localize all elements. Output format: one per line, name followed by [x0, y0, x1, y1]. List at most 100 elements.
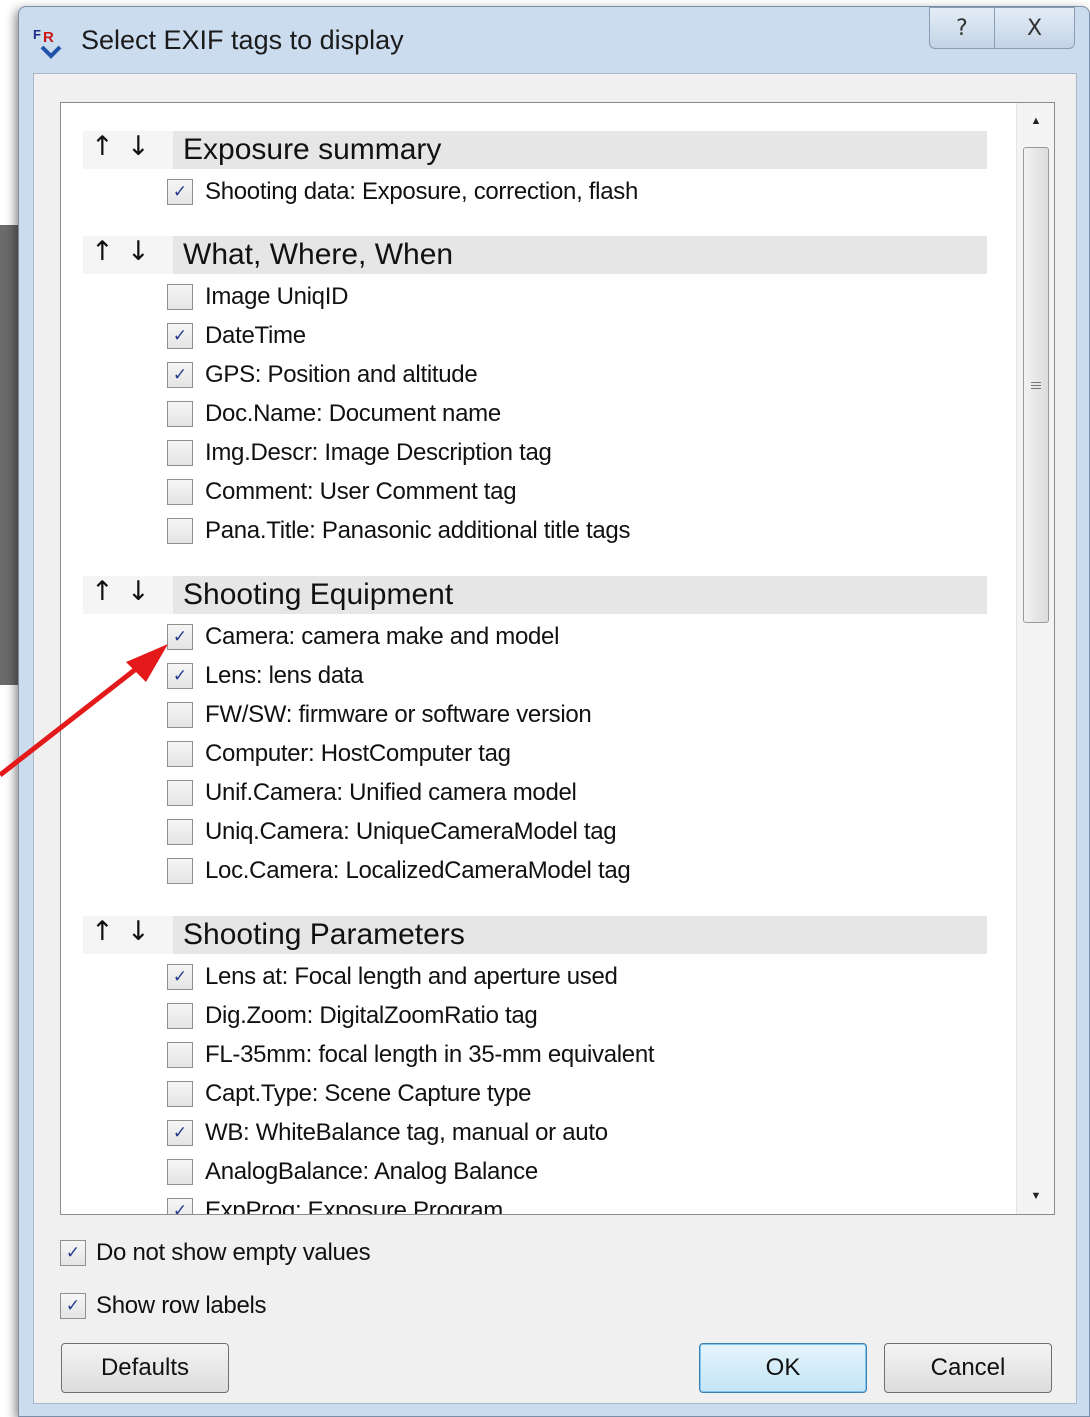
- defaults-button[interactable]: Defaults: [61, 1343, 229, 1393]
- scrollbar-thumb[interactable]: [1023, 147, 1049, 623]
- row-labels-checkbox[interactable]: ✓: [60, 1293, 86, 1319]
- tag-checkbox[interactable]: [167, 440, 193, 466]
- move-down-icon[interactable]: ↓: [127, 916, 150, 947]
- section-header: ↑ ↓ Exposure summary: [83, 131, 987, 169]
- hide-empty-option[interactable]: ✓ Do not show empty values: [60, 1239, 371, 1267]
- tag-label: Image UniqID: [205, 283, 349, 310]
- tag-item[interactable]: ✓ ExpProg: Exposure Program: [167, 1196, 503, 1215]
- move-down-icon[interactable]: ↓: [127, 131, 150, 162]
- window-title: Select EXIF tags to display: [81, 25, 404, 55]
- tag-item[interactable]: FW/SW: firmware or software version: [167, 700, 592, 730]
- tag-list[interactable]: ↑ ↓ Exposure summary ✓ Shooting data: Exposu…: [60, 102, 1055, 1215]
- tag-item[interactable]: ✓ DateTime: [167, 321, 306, 351]
- tag-checkbox[interactable]: [167, 518, 193, 544]
- tag-item[interactable]: ✓ Camera: camera make and model: [167, 622, 559, 652]
- section-header: ↑ ↓ What, Where, When: [83, 236, 987, 274]
- help-button[interactable]: ?: [929, 7, 995, 49]
- tag-label: FL-35mm: focal length in 35-mm equivalen…: [205, 1041, 655, 1068]
- tag-item[interactable]: Img.Descr: Image Description tag: [167, 438, 552, 468]
- move-up-icon[interactable]: ↑: [91, 916, 114, 947]
- reorder-arrows: ↑ ↓: [83, 131, 173, 169]
- tag-label: Img.Descr: Image Description tag: [205, 439, 552, 466]
- move-up-icon[interactable]: ↑: [91, 236, 114, 267]
- dialog-body: ↑ ↓ Exposure summary ✓ Shooting data: Exposu…: [33, 73, 1077, 1404]
- section: ↑ ↓ Shooting Equipment ✓ Camera: camera make…: [83, 576, 987, 884]
- tag-label: Doc.Name: Document name: [205, 400, 501, 427]
- tag-item[interactable]: ✓ Shooting data: Exposure, correction, fl…: [167, 177, 638, 207]
- tag-checkbox[interactable]: [167, 284, 193, 310]
- tag-item[interactable]: Comment: User Comment tag: [167, 477, 517, 507]
- move-up-icon[interactable]: ↑: [91, 576, 114, 607]
- tag-label: FW/SW: firmware or software version: [205, 701, 592, 728]
- tag-item[interactable]: Loc.Camera: LocalizedCameraModel tag: [167, 856, 631, 886]
- tag-item[interactable]: Dig.Zoom: DigitalZoomRatio tag: [167, 1001, 538, 1031]
- close-button[interactable]: X: [995, 7, 1075, 49]
- hide-empty-label: Do not show empty values: [96, 1239, 371, 1266]
- tag-item[interactable]: AnalogBalance: Analog Balance: [167, 1157, 538, 1187]
- tag-label: Computer: HostComputer tag: [205, 740, 511, 767]
- scroll-down-arrow[interactable]: ▼: [1017, 1178, 1054, 1214]
- tag-item[interactable]: Capt.Type: Scene Capture type: [167, 1079, 531, 1109]
- ok-button[interactable]: OK: [699, 1343, 867, 1393]
- tag-label: Lens: lens data: [205, 662, 364, 689]
- section-title: What, Where, When: [173, 236, 987, 274]
- section-header: ↑ ↓ Shooting Equipment: [83, 576, 987, 614]
- section: ↑ ↓ Shooting Parameters ✓ Lens at: Focal len…: [83, 916, 987, 1214]
- title-bar[interactable]: FR Select EXIF tags to display ? X: [19, 7, 1089, 73]
- move-up-icon[interactable]: ↑: [91, 131, 114, 162]
- caption-buttons: ? X: [929, 7, 1075, 49]
- tag-checkbox[interactable]: [167, 1159, 193, 1185]
- tag-item[interactable]: Doc.Name: Document name: [167, 399, 501, 429]
- tag-label: DateTime: [205, 322, 306, 349]
- tag-checkbox[interactable]: ✓: [167, 964, 193, 990]
- tag-label: Shooting data: Exposure, correction, fla…: [205, 178, 638, 205]
- app-icon: FR: [33, 27, 69, 63]
- tag-checkbox[interactable]: ✓: [167, 323, 193, 349]
- tag-checkbox[interactable]: [167, 819, 193, 845]
- tag-item[interactable]: Image UniqID: [167, 282, 348, 312]
- section-title: Shooting Equipment: [173, 576, 987, 614]
- hide-empty-checkbox[interactable]: ✓: [60, 1240, 86, 1266]
- tag-item[interactable]: ✓ Lens: lens data: [167, 661, 364, 691]
- tag-item[interactable]: ✓ WB: WhiteBalance tag, manual or auto: [167, 1118, 608, 1148]
- tag-label: Loc.Camera: LocalizedCameraModel tag: [205, 857, 631, 884]
- section-title: Shooting Parameters: [173, 916, 987, 954]
- tag-checkbox[interactable]: [167, 401, 193, 427]
- section-header: ↑ ↓ Shooting Parameters: [83, 916, 987, 954]
- move-down-icon[interactable]: ↓: [127, 236, 150, 267]
- tag-checkbox[interactable]: ✓: [167, 1120, 193, 1146]
- scroll-up-arrow[interactable]: ▲: [1017, 103, 1054, 139]
- tag-checkbox[interactable]: [167, 1042, 193, 1068]
- tag-item[interactable]: Unif.Camera: Unified camera model: [167, 778, 577, 808]
- tag-checkbox[interactable]: [167, 858, 193, 884]
- row-labels-option[interactable]: ✓ Show row labels: [60, 1292, 267, 1320]
- move-down-icon[interactable]: ↓: [127, 576, 150, 607]
- tag-item[interactable]: ✓ GPS: Position and altitude: [167, 360, 478, 390]
- tag-checkbox[interactable]: [167, 479, 193, 505]
- tag-item[interactable]: Pana.Title: Panasonic additional title t…: [167, 516, 630, 546]
- tag-label: Comment: User Comment tag: [205, 478, 517, 505]
- tag-label: ExpProg: Exposure Program: [205, 1197, 503, 1215]
- vertical-scrollbar[interactable]: ▲ ▼: [1016, 103, 1054, 1214]
- tag-item[interactable]: Uniq.Camera: UniqueCameraModel tag: [167, 817, 617, 847]
- reorder-arrows: ↑ ↓: [83, 576, 173, 614]
- row-labels-label: Show row labels: [96, 1292, 267, 1319]
- cancel-button[interactable]: Cancel: [884, 1343, 1052, 1393]
- tag-checkbox[interactable]: [167, 780, 193, 806]
- tag-item[interactable]: Computer: HostComputer tag: [167, 739, 511, 769]
- tag-item[interactable]: FL-35mm: focal length in 35-mm equivalen…: [167, 1040, 655, 1070]
- tag-checkbox[interactable]: [167, 1003, 193, 1029]
- section: ↑ ↓ Exposure summary ✓ Shooting data: Exposu…: [83, 131, 987, 205]
- tag-item[interactable]: ✓ Lens at: Focal length and aperture used: [167, 962, 618, 992]
- tag-checkbox[interactable]: [167, 1081, 193, 1107]
- tag-label: Uniq.Camera: UniqueCameraModel tag: [205, 818, 617, 845]
- tag-label: WB: WhiteBalance tag, manual or auto: [205, 1119, 608, 1146]
- section: ↑ ↓ What, Where, When Image UniqID ✓ DateTime…: [83, 236, 987, 544]
- tag-checkbox[interactable]: ✓: [167, 1198, 193, 1214]
- red-callout-arrow: [0, 644, 168, 777]
- section-title: Exposure summary: [173, 131, 987, 169]
- tag-label: Unif.Camera: Unified camera model: [205, 779, 577, 806]
- tag-checkbox[interactable]: ✓: [167, 179, 193, 205]
- tag-label: Pana.Title: Panasonic additional title t…: [205, 517, 631, 544]
- tag-checkbox[interactable]: ✓: [167, 362, 193, 388]
